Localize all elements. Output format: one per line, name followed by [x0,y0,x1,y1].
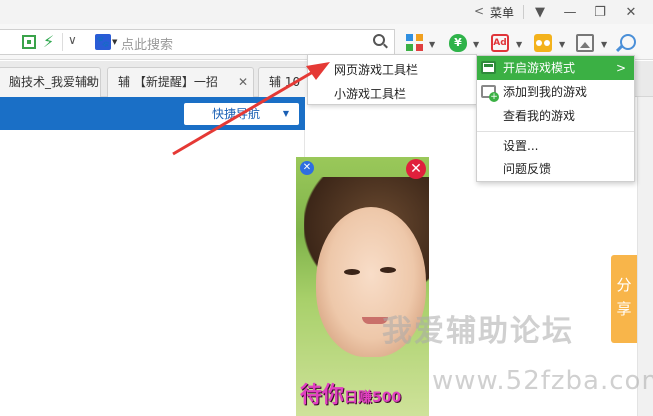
title-separator [523,5,524,19]
menu-item-settings[interactable]: 设置... [477,134,634,158]
ad-dismiss-icon[interactable]: ✕ [406,159,426,179]
quick-nav-label: 快捷导航 [212,107,261,121]
web-page-left: 快捷导航 ▼ [0,97,305,416]
submenu-item-web-game-toolbar[interactable]: 网页游戏工具栏 [334,61,418,78]
tab-2[interactable]: 辅 【新提醒】一招 ✕ [107,67,254,97]
quick-nav-button[interactable]: 快捷导航 ▼ [184,103,299,125]
watermark-title: 我爱辅助论坛 [382,314,574,349]
floating-ad[interactable]: ✕ ✕ 待你日赚500 [296,157,429,416]
minimize-icon[interactable]: — [555,0,585,24]
menu-item-feedback[interactable]: 问题反馈 [477,157,634,181]
title-bar: < 菜单 ▼ — ❐ ✕ [0,0,653,24]
address-separator [62,33,63,51]
back-chevron-icon[interactable]: < [474,4,484,18]
menu-item-label: 问题反馈 [503,162,552,176]
screenshot-dropdown-caret[interactable]: ▼ [601,40,607,49]
watermark-url: www.52fzba.com [432,366,653,396]
ad-eye-left [344,269,360,275]
menu-item-view-my-games[interactable]: 查看我的游戏 [477,104,634,128]
game-controller-icon[interactable] [534,34,552,52]
menu-item-label: 查看我的游戏 [503,109,576,123]
ad-slogan-small: 日赚500 [344,390,402,406]
game-toolbar-submenu: 网页游戏工具栏 小游戏工具栏 [307,54,477,105]
ad-slogan: 待你日赚500 [300,377,401,409]
baidu-paw-icon[interactable]: 🐾 [95,34,111,50]
apps-icon[interactable] [406,34,424,52]
ad-close-icon[interactable]: ✕ [300,161,314,175]
chevron-down-icon[interactable]: ∨ [68,33,77,47]
game-mode-menu: 开启游戏模式 > 添加到我的游戏 查看我的游戏 设置... 问题反馈 [476,55,635,182]
ad-block-icon[interactable]: Ad [491,34,509,52]
menu-item-label: 开启游戏模式 [503,61,576,75]
close-tab-icon[interactable]: ✕ [85,68,95,96]
game-window-icon [481,61,496,74]
address-field[interactable] [0,29,395,55]
share-label-2: 享 [616,300,632,318]
skin-shirt-icon[interactable]: ▼ [525,0,555,24]
submenu-arrow-icon: > [615,61,626,75]
tab-1[interactable]: 脑技术_我爱辅助 ✕ [0,67,101,97]
shield-icon[interactable]: ¥ [449,34,467,52]
ad-eye-right [380,267,396,273]
share-label-1: 分 [616,276,632,294]
menu-separator [477,131,634,132]
menu-item-add-to-my-games[interactable]: 添加到我的游戏 [477,80,634,104]
ad-dropdown-caret[interactable]: ▼ [516,40,522,49]
game-dropdown-caret[interactable]: ▼ [559,40,565,49]
menu-button[interactable]: 菜单 [490,4,514,21]
search-input[interactable]: 点此搜索 [121,34,173,53]
submenu-item-mini-game-toolbar[interactable]: 小游戏工具栏 [334,85,406,102]
menu-item-enable-game-mode[interactable]: 开启游戏模式 > [477,56,634,80]
maximize-icon[interactable]: ❐ [585,0,615,24]
search-icon[interactable] [373,34,385,46]
zoom-icon[interactable] [620,34,636,50]
menu-item-label: 添加到我的游戏 [503,85,588,99]
close-window-icon[interactable]: ✕ [616,0,646,24]
tab-label: 辅 【新提醒】一招 [118,75,218,89]
apps-dropdown-caret[interactable]: ▼ [429,40,435,49]
site-nav-bar: 快捷导航 ▼ [0,97,305,130]
tab-3[interactable]: 辅 10 [258,67,308,97]
ad-slogan-big: 待你 [300,383,345,408]
add-game-icon [481,85,499,102]
chevron-down-icon: ▼ [282,109,289,118]
tab-label: 辅 10 [269,75,301,89]
menu-item-label: 设置... [503,139,539,153]
share-button[interactable]: 分 享 [611,255,637,343]
engine-dropdown-caret[interactable]: ▼ [112,38,117,46]
shield-dropdown-caret[interactable]: ▼ [473,40,479,49]
close-tab-icon[interactable]: ✕ [238,68,248,96]
lightning-icon[interactable]: ⚡ [43,32,54,51]
qr-code-icon[interactable] [22,35,36,49]
screenshot-icon[interactable] [576,34,594,52]
